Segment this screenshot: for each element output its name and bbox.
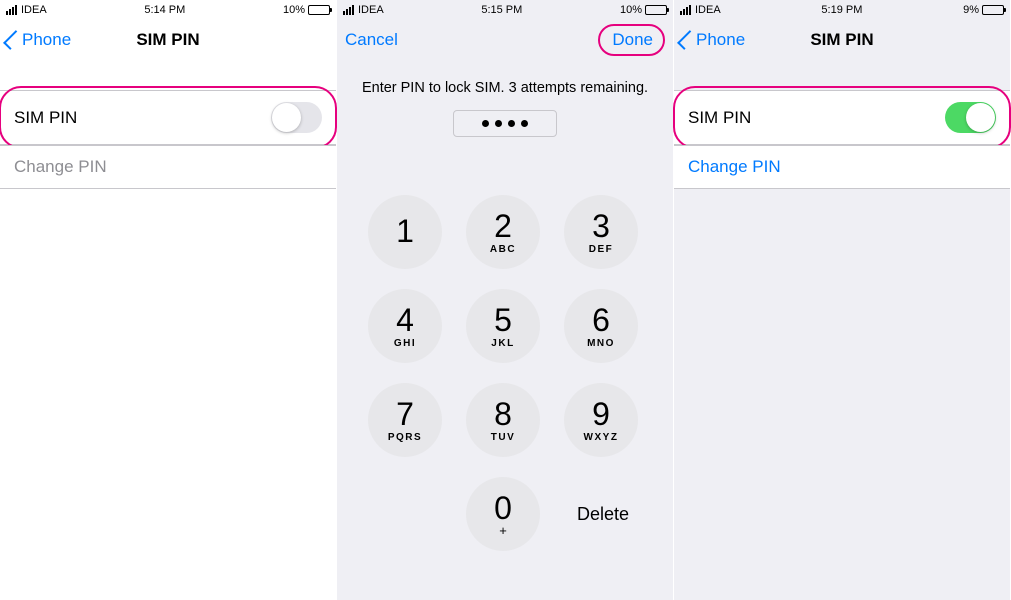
- back-label: Phone: [696, 30, 745, 50]
- signal-bars-icon: [680, 5, 691, 15]
- battery-pct: 9%: [963, 4, 979, 16]
- battery-pct: 10%: [283, 4, 305, 16]
- key-2[interactable]: 2ABC: [466, 195, 540, 269]
- key-6[interactable]: 6MNO: [564, 289, 638, 363]
- change-pin-row[interactable]: Change PIN: [674, 145, 1010, 189]
- highlight-annotation: Done: [598, 24, 665, 56]
- clock: 5:15 PM: [481, 4, 522, 16]
- nav-bar: Phone SIM PIN: [674, 18, 1010, 62]
- clock: 5:19 PM: [821, 4, 862, 16]
- sim-pin-toggle[interactable]: [271, 102, 322, 133]
- nav-bar: Phone SIM PIN: [0, 18, 336, 62]
- keypad: 1 2ABC 3DEF 4GHI 5JKL 6MNO 7PQRS 8TUV 9W…: [337, 193, 673, 553]
- back-button[interactable]: Phone: [682, 30, 745, 50]
- carrier-label: IDEA: [695, 4, 721, 16]
- status-bar: IDEA 5:14 PM 10%: [0, 0, 336, 18]
- screen-2: IDEA 5:15 PM 10% Cancel Done Enter PIN t…: [337, 0, 674, 600]
- pin-dot: [482, 120, 489, 127]
- done-button[interactable]: Done: [612, 30, 653, 50]
- screen-3: IDEA 5:19 PM 9% Phone SIM PIN SIM PIN Ch…: [674, 0, 1011, 600]
- pin-dot: [495, 120, 502, 127]
- status-bar: IDEA 5:15 PM 10%: [337, 0, 673, 18]
- sim-pin-row[interactable]: SIM PIN: [674, 90, 1010, 145]
- delete-button[interactable]: Delete: [564, 504, 642, 525]
- nav-bar: Cancel Done: [337, 18, 673, 62]
- back-label: Phone: [22, 30, 71, 50]
- sim-pin-toggle[interactable]: [945, 102, 996, 133]
- change-pin-label: Change PIN: [688, 157, 781, 177]
- key-5[interactable]: 5JKL: [466, 289, 540, 363]
- carrier-label: IDEA: [358, 4, 384, 16]
- battery-icon: [645, 5, 667, 15]
- pin-prompt: Enter PIN to lock SIM. 3 attempts remain…: [337, 80, 673, 96]
- clock: 5:14 PM: [144, 4, 185, 16]
- battery-icon: [982, 5, 1004, 15]
- key-8[interactable]: 8TUV: [466, 383, 540, 457]
- pin-input[interactable]: [453, 110, 557, 137]
- back-button[interactable]: Phone: [8, 30, 71, 50]
- pin-dot: [521, 120, 528, 127]
- signal-bars-icon: [6, 5, 17, 15]
- signal-bars-icon: [343, 5, 354, 15]
- key-0[interactable]: 0+: [466, 477, 540, 551]
- sim-pin-label: SIM PIN: [688, 108, 751, 128]
- key-3[interactable]: 3DEF: [564, 195, 638, 269]
- battery-pct: 10%: [620, 4, 642, 16]
- key-4[interactable]: 4GHI: [368, 289, 442, 363]
- status-bar: IDEA 5:19 PM 9%: [674, 0, 1010, 18]
- key-7[interactable]: 7PQRS: [368, 383, 442, 457]
- key-1[interactable]: 1: [368, 195, 442, 269]
- change-pin-label: Change PIN: [14, 157, 107, 177]
- pin-dot: [508, 120, 515, 127]
- screen-1: IDEA 5:14 PM 10% Phone SIM PIN SIM PIN C…: [0, 0, 337, 600]
- carrier-label: IDEA: [21, 4, 47, 16]
- sim-pin-label: SIM PIN: [14, 108, 77, 128]
- change-pin-row: Change PIN: [0, 145, 336, 189]
- sim-pin-row[interactable]: SIM PIN: [0, 90, 336, 145]
- battery-icon: [308, 5, 330, 15]
- cancel-button[interactable]: Cancel: [345, 30, 398, 50]
- key-9[interactable]: 9WXYZ: [564, 383, 638, 457]
